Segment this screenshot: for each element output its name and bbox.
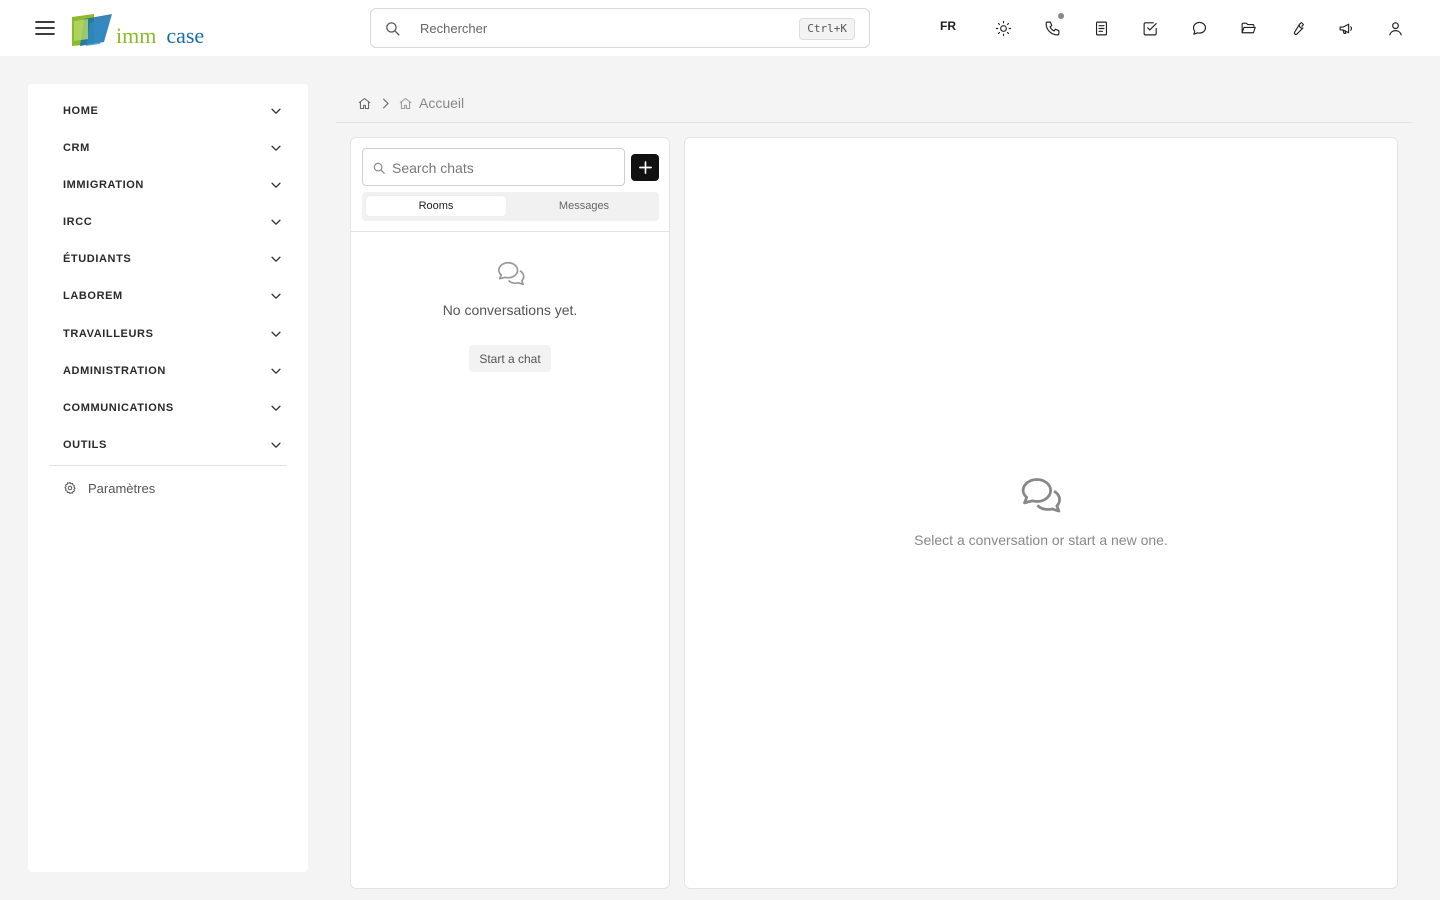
chevron-down-icon <box>271 182 281 188</box>
breadcrumb-divider <box>336 122 1412 123</box>
folder-open-icon <box>1241 22 1256 33</box>
phone-status-dot <box>1058 13 1064 19</box>
gear-icon <box>64 481 76 495</box>
notes-icon <box>1095 21 1107 35</box>
chevron-down-icon <box>271 256 281 262</box>
sidebar-item-administration[interactable]: ADMINISTRATION <box>49 358 287 384</box>
start-chat-button[interactable]: Start a chat <box>469 345 551 372</box>
sidebar-item-label: IMMIGRATION <box>63 179 144 191</box>
sidebar-item-label: IRCC <box>63 216 93 228</box>
logo-mark-icon <box>72 14 112 46</box>
announcements-button[interactable] <box>1334 16 1358 40</box>
chevron-down-icon <box>271 331 281 337</box>
language-switcher[interactable]: FR <box>940 19 956 33</box>
chat-icon <box>1192 21 1206 35</box>
sidebar-item-label: HOME <box>63 105 99 117</box>
sidebar: HOME CRM IMMIGRATION IRCC ÉTUDIANTS LABO… <box>28 84 308 872</box>
chat-bubbles-icon <box>497 261 525 286</box>
notes-button[interactable] <box>1089 16 1113 40</box>
brand-name-part1: imm <box>116 23 157 48</box>
files-button[interactable] <box>1236 16 1260 40</box>
tasks-button[interactable] <box>1138 16 1162 40</box>
home-icon <box>399 97 412 109</box>
sidebar-item-crm[interactable]: CRM <box>49 135 287 161</box>
megaphone-icon <box>1339 23 1352 34</box>
new-chat-button[interactable] <box>631 154 659 181</box>
search-shortcut-badge: Ctrl+K <box>799 18 855 40</box>
sidebar-item-label: ÉTUDIANTS <box>63 253 132 265</box>
search-icon <box>386 22 400 36</box>
global-search-input[interactable]: Rechercher Ctrl+K <box>370 8 870 48</box>
chat-list-divider <box>351 231 669 232</box>
empty-conversation-text: Select a conversation or start a new one… <box>914 532 1168 548</box>
sidebar-item-etudiants[interactable]: ÉTUDIANTS <box>49 246 287 272</box>
sidebar-item-label: OUTILS <box>63 439 107 451</box>
phone-button[interactable] <box>1040 13 1064 40</box>
sidebar-item-label: TRAVAILLEURS <box>63 328 154 340</box>
brand-name-part2: case <box>166 23 205 48</box>
chevron-down-icon <box>271 405 281 411</box>
profile-button[interactable] <box>1383 16 1407 40</box>
sidebar-item-ircc[interactable]: IRCC <box>49 209 287 235</box>
tools-button[interactable] <box>1285 16 1309 40</box>
sidebar-item-communications[interactable]: COMMUNICATIONS <box>49 395 287 421</box>
sidebar-item-laborem[interactable]: LABOREM <box>49 283 287 309</box>
chevron-down-icon <box>271 219 281 225</box>
chevron-down-icon <box>271 145 281 151</box>
search-icon <box>373 162 385 174</box>
settings-label: Paramètres <box>88 480 156 496</box>
sidebar-item-outils[interactable]: OUTILS <box>49 432 287 458</box>
menu-toggle-button[interactable] <box>33 16 57 40</box>
chevron-down-icon <box>271 108 281 114</box>
sidebar-divider <box>49 465 287 466</box>
plus-icon <box>638 161 652 174</box>
chevron-down-icon <box>271 293 281 299</box>
chat-search-placeholder: Search chats <box>392 160 474 176</box>
brand-logo[interactable]: imm case <box>70 11 204 47</box>
top-bar: imm case Rechercher Ctrl+K FR <box>0 0 1440 56</box>
chevron-down-icon <box>271 442 281 448</box>
tasks-icon <box>1143 21 1157 35</box>
theme-toggle-button[interactable] <box>991 16 1015 40</box>
user-icon <box>1388 21 1402 35</box>
chevron-right-icon <box>383 98 389 108</box>
breadcrumb: Accueil <box>357 94 464 112</box>
chat-list-panel: Search chats Rooms Messages No conversat… <box>350 137 670 889</box>
sidebar-item-travailleurs[interactable]: TRAVAILLEURS <box>49 321 287 347</box>
wrench-icon <box>1293 21 1304 35</box>
sidebar-item-settings[interactable]: Paramètres <box>49 476 287 500</box>
search-placeholder: Rechercher <box>420 21 488 36</box>
sidebar-item-label: COMMUNICATIONS <box>63 402 174 414</box>
sun-icon <box>995 20 1011 36</box>
home-icon[interactable] <box>357 96 372 111</box>
sidebar-item-home[interactable]: HOME <box>49 98 287 124</box>
chat-bubbles-icon <box>1021 478 1061 513</box>
chat-tabs: Rooms Messages <box>362 192 659 221</box>
sidebar-item-label: LABOREM <box>63 290 123 302</box>
tab-messages[interactable]: Messages <box>514 196 654 216</box>
chevron-down-icon <box>271 368 281 374</box>
chat-button[interactable] <box>1187 16 1211 40</box>
empty-list-text: No conversations yet. <box>442 302 578 318</box>
conversation-panel: Select a conversation or start a new one… <box>684 137 1398 889</box>
sidebar-item-label: CRM <box>63 142 90 154</box>
sidebar-item-label: ADMINISTRATION <box>63 365 166 377</box>
tab-rooms[interactable]: Rooms <box>366 196 506 216</box>
hamburger-icon <box>35 21 55 35</box>
phone-icon <box>1045 21 1059 35</box>
breadcrumb-current: Accueil <box>419 95 465 111</box>
chat-search-input[interactable]: Search chats <box>362 148 625 186</box>
sidebar-item-immigration[interactable]: IMMIGRATION <box>49 172 287 198</box>
